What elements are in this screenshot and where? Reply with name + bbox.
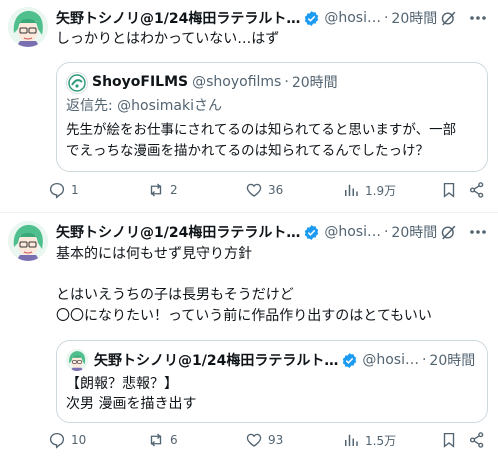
tweet-text: しっかりとはわかっていない…はず	[56, 31, 280, 47]
author-handle[interactable]: @hosi…	[324, 10, 381, 26]
author-name[interactable]: 矢野トシノリ@1/24梅田ラテラルト…	[56, 8, 300, 28]
reply-button[interactable]: 1	[48, 181, 79, 199]
reply-to-label: 返信先: @hosimakiさん	[66, 98, 223, 114]
views-button[interactable]: 1.5万	[342, 431, 396, 449]
heart-icon	[246, 183, 262, 197]
author-name[interactable]: 矢野トシノリ@1/24梅田ラテラルト…	[56, 222, 300, 242]
views-button[interactable]: 1.9万	[342, 181, 396, 199]
views-count: 1.5万	[365, 433, 397, 448]
quoted-author-avatar	[66, 349, 88, 371]
verified-badge-icon	[303, 10, 320, 27]
reply-icon	[49, 432, 65, 449]
reply-count: 10	[71, 433, 87, 447]
quoted-tweet-text: 先生が絵をお仕事にされてるのは知られてると思いますが、一部 でえっちな漫画を描か…	[66, 122, 457, 159]
like-count: 93	[268, 433, 284, 447]
quoted-tweet-text: 【朗報？悲報？】 次男 漫画を描き出す	[66, 376, 197, 412]
share-icon	[469, 182, 484, 198]
author-avatar[interactable]	[8, 7, 48, 47]
reply-count: 1	[71, 183, 79, 197]
repost-count: 2	[170, 183, 178, 197]
share-button[interactable]	[468, 181, 491, 199]
tweet-1[interactable]: 矢野トシノリ@1/24梅田ラテラルト… @hosi… · 20時間 しっかりとは…	[0, 0, 498, 212]
quoted-tweet[interactable]: ShoyoFILMS @shoyofilms · 20時間 返信先: @hosi…	[56, 62, 488, 172]
repost-count: 6	[170, 433, 178, 447]
avatar-illustration-icon	[8, 7, 48, 47]
repost-button[interactable]: 6	[147, 431, 178, 449]
quoted-author-name: ShoyoFILMS	[92, 74, 189, 90]
share-icon	[469, 432, 484, 448]
quoted-tweet[interactable]: 矢野トシノリ@1/24梅田ラテラルト… @hosi… · 20時間 【朗報？悲報…	[56, 340, 488, 423]
repost-button[interactable]: 2	[147, 181, 178, 199]
avatar-illustration-icon	[8, 221, 48, 261]
separator-dot: ·	[383, 224, 389, 240]
author-avatar[interactable]	[8, 221, 48, 261]
quoted-timestamp: 20時間	[429, 353, 476, 369]
bookmark-button[interactable]	[440, 181, 463, 199]
like-count: 36	[268, 183, 284, 197]
separator-dot: ·	[383, 10, 389, 26]
views-chart-icon	[345, 184, 358, 196]
verified-badge-icon	[341, 352, 358, 369]
bookmark-icon	[443, 432, 455, 448]
quoted-author-handle: @shoyofilms	[192, 74, 282, 90]
more-options-icon[interactable]	[466, 8, 490, 28]
reply-button[interactable]: 10	[48, 431, 86, 449]
more-options-icon[interactable]	[466, 222, 490, 242]
grok-icon[interactable]	[438, 8, 458, 28]
separator-dot: ·	[284, 74, 289, 90]
quoted-timestamp: 20時間	[291, 75, 338, 91]
author-handle[interactable]: @hosi…	[324, 224, 381, 240]
repost-icon	[150, 183, 162, 197]
grok-icon[interactable]	[438, 222, 458, 242]
heart-icon	[246, 433, 262, 447]
tweet-2[interactable]: 矢野トシノリ@1/24梅田ラテラルト… @hosi… · 20時間 基本的には何…	[0, 213, 498, 461]
timestamp[interactable]: 20時間	[391, 8, 437, 28]
quoted-author-name: 矢野トシノリ@1/24梅田ラテラルト…	[94, 353, 339, 369]
timestamp[interactable]: 20時間	[391, 222, 437, 242]
bookmark-button[interactable]	[440, 431, 463, 449]
tweet-actions: 1 2 36 1.9万	[48, 181, 488, 203]
share-button[interactable]	[468, 431, 491, 449]
like-button[interactable]: 36	[245, 181, 283, 199]
quoted-author-handle: @hosi…	[362, 352, 419, 368]
quoted-author-avatar	[66, 72, 88, 94]
bookmark-icon	[443, 182, 455, 198]
views-count: 1.9万	[365, 183, 397, 198]
repost-icon	[150, 433, 162, 447]
reply-icon	[49, 182, 65, 199]
tweet-actions: 10 6 93 1.5万	[48, 431, 488, 453]
like-button[interactable]: 93	[245, 431, 283, 449]
verified-badge-icon	[303, 224, 320, 241]
views-chart-icon	[345, 434, 358, 446]
tweet-text: 基本的には何もせず見守り方針 とはいえうちの子は長男もそうだけど 〇〇になりたい…	[56, 246, 432, 324]
separator-dot: ·	[421, 352, 427, 368]
